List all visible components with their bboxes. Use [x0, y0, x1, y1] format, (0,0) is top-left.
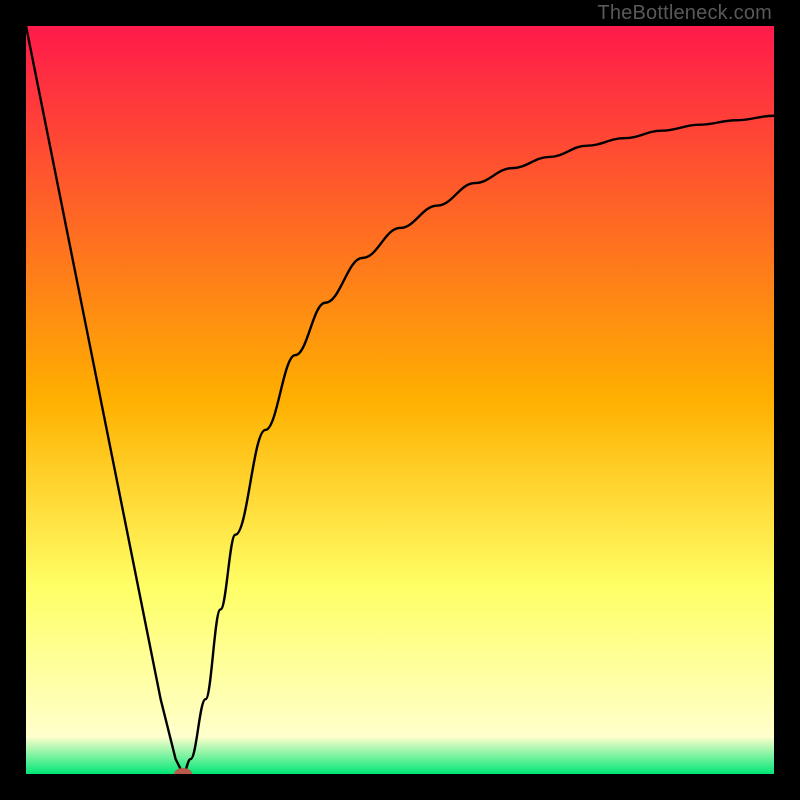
chart-frame: TheBottleneck.com [0, 0, 800, 800]
plot-area [26, 26, 774, 774]
watermark-text: TheBottleneck.com [597, 2, 772, 25]
gradient-background [26, 26, 774, 774]
bottleneck-chart [26, 26, 774, 774]
